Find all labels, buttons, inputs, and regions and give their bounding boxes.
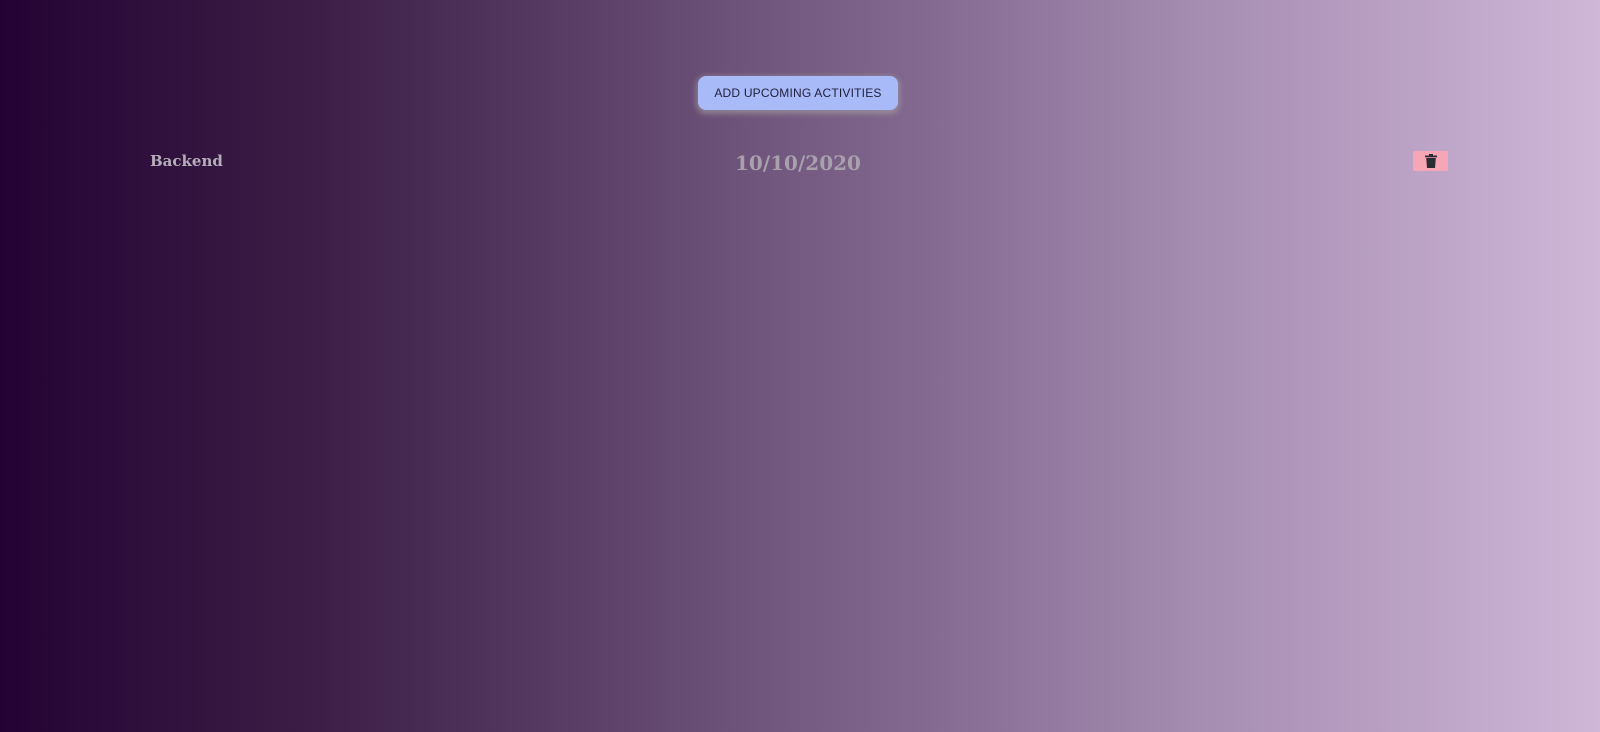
activity-row: Backend 10/10/2020 [0,145,1600,185]
activity-name: Backend [150,152,223,170]
add-upcoming-activities-button[interactable]: ADD UPCOMING ACTIVITIES [698,76,898,110]
trash-icon [1424,154,1437,168]
activity-date: 10/10/2020 [735,151,861,175]
delete-activity-button[interactable] [1413,151,1448,171]
